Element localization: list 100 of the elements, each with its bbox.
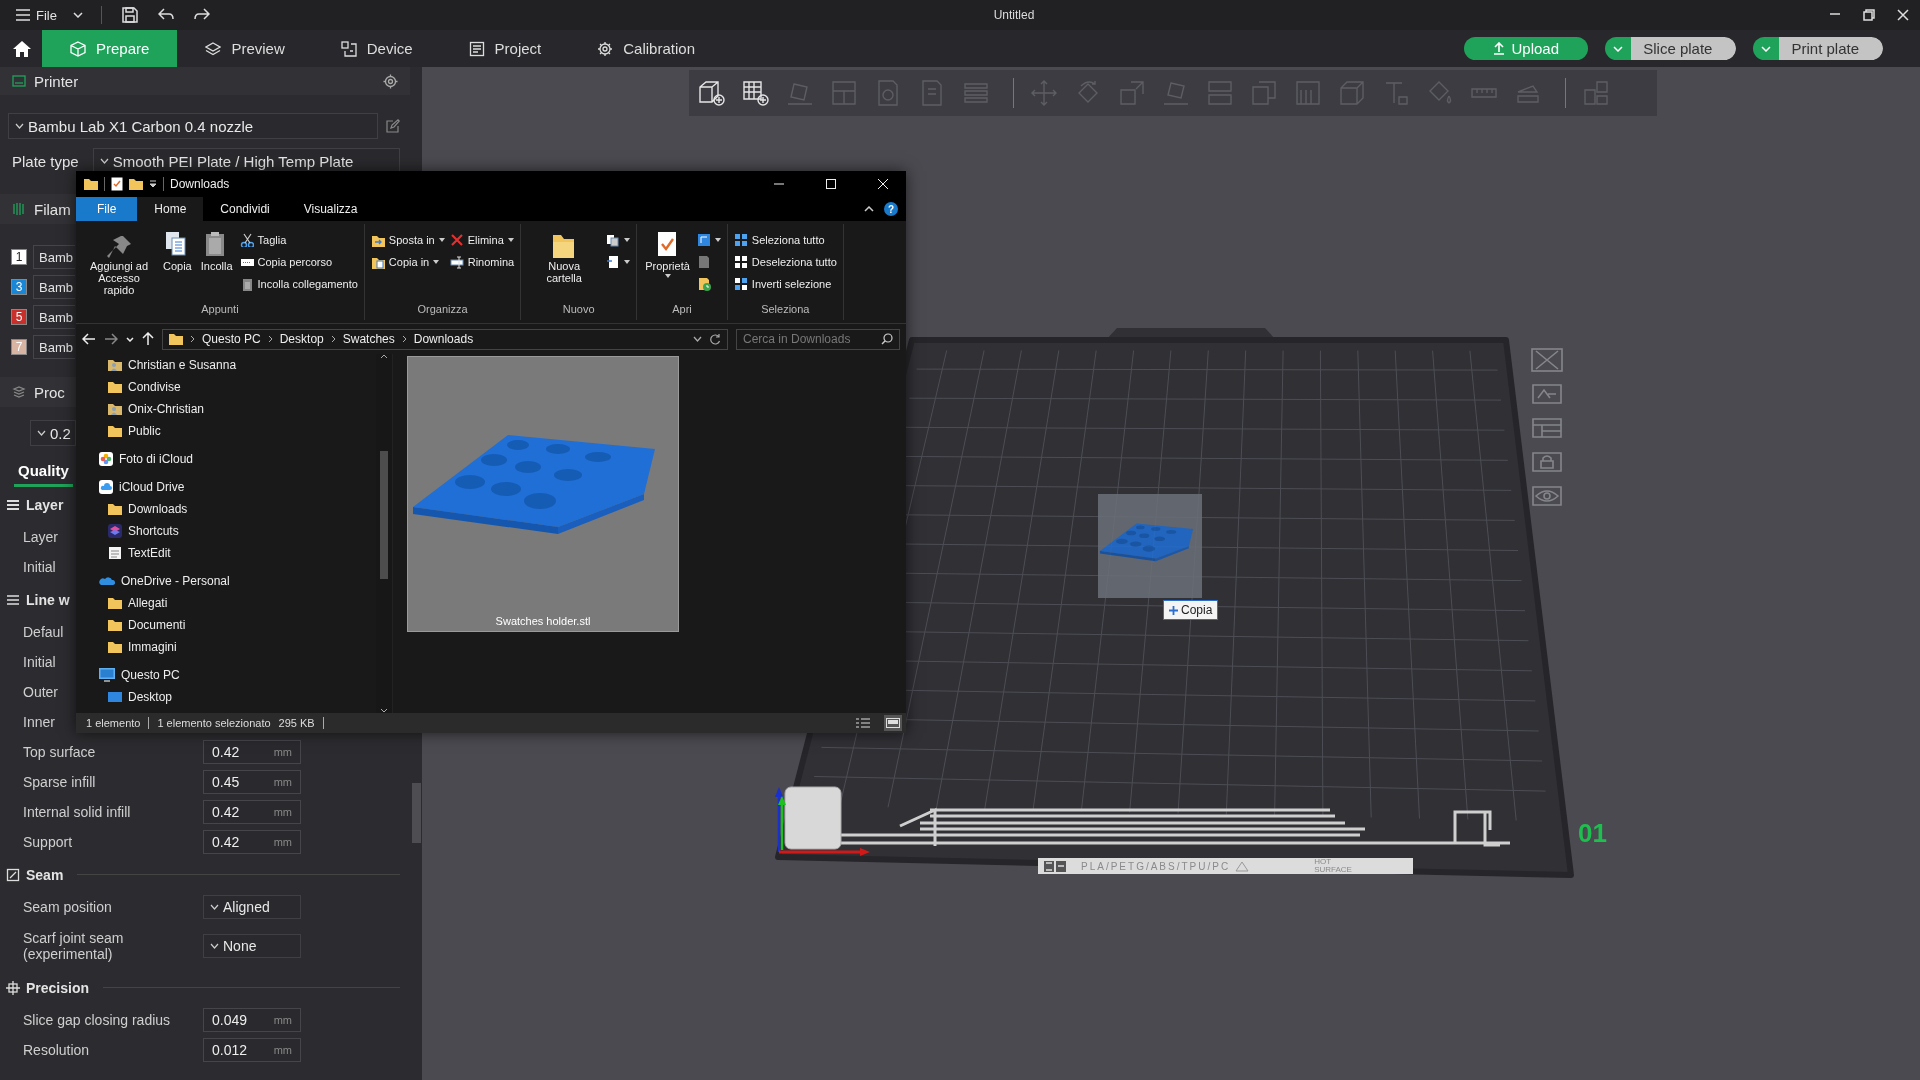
ribbon-button[interactable]: Proprietà: [643, 228, 692, 303]
breadcrumb[interactable]: Questo PC: [202, 332, 261, 346]
number-field[interactable]: 0.42 mm: [203, 830, 301, 854]
plate-type-dropdown[interactable]: Smooth PEI Plate / High Temp Plate: [92, 148, 400, 174]
ribbon-button[interactable]: Copia in: [370, 252, 445, 272]
plate-material-text: PLA/PETG/ABS/TPU/PC: [1081, 860, 1231, 872]
folder-icon[interactable]: [129, 178, 143, 190]
file-menu[interactable]: File: [16, 3, 57, 27]
main-tab[interactable]: Project: [440, 30, 570, 67]
home-icon[interactable]: [12, 39, 32, 58]
scroll-down-icon[interactable]: [380, 708, 388, 713]
back-icon[interactable]: [82, 333, 96, 345]
scrollbar-thumb[interactable]: [380, 451, 388, 579]
large-icons-view-icon[interactable]: [886, 718, 900, 728]
grid-plus-icon[interactable]: [741, 78, 771, 108]
ribbon-button[interactable]: Elimina: [449, 230, 515, 250]
ribbon-button[interactable]: Incolla collegamento: [239, 274, 358, 294]
ribbon-button[interactable]: Nuova cartella: [527, 228, 602, 303]
ribbon-button[interactable]: Sposta in: [370, 230, 445, 250]
nav-item[interactable]: TextEdit: [76, 542, 376, 564]
nav-item[interactable]: Christian e Susanna: [76, 354, 376, 376]
folder-icon[interactable]: [84, 178, 98, 190]
ribbon-tab[interactable]: Home: [137, 197, 204, 221]
refresh-icon[interactable]: [709, 333, 721, 345]
layers-icon: [205, 40, 222, 57]
ribbon-button[interactable]: Taglia: [239, 230, 358, 250]
dropdown-button[interactable]: [1605, 37, 1632, 60]
number-field[interactable]: 0.45 mm: [203, 770, 301, 794]
nav-item[interactable]: Immagini: [76, 636, 376, 658]
dropdown-field[interactable]: Aligned: [203, 895, 301, 919]
nav-item[interactable]: Desktop: [76, 686, 376, 708]
settings-tab[interactable]: Quality: [14, 457, 73, 487]
ribbon-button[interactable]: Inverti selezione: [733, 274, 837, 294]
nav-item[interactable]: Condivise: [76, 376, 376, 398]
number-field[interactable]: 0.049 mm: [203, 1008, 301, 1032]
scrollbar-thumb[interactable]: [412, 783, 421, 843]
nav-item[interactable]: Documenti: [76, 614, 376, 636]
main-tab[interactable]: Preview: [177, 30, 313, 67]
breadcrumb[interactable]: Desktop: [279, 332, 324, 346]
nav-item[interactable]: Foto di iCloud: [76, 448, 376, 470]
number-field[interactable]: 0.42 mm: [203, 800, 301, 824]
breadcrumb[interactable]: Swatches: [342, 332, 395, 346]
search-field[interactable]: Cerca in Downloads: [736, 328, 900, 350]
restore-icon[interactable]: [1863, 9, 1875, 21]
ribbon-button[interactable]: Rinomina: [449, 252, 515, 272]
checklist-icon[interactable]: [111, 177, 123, 191]
nav-item[interactable]: iCloud Drive: [76, 476, 376, 498]
field-value: 0.012: [212, 1042, 248, 1058]
dropdown-button[interactable]: [1753, 37, 1780, 60]
slice-button[interactable]: Print plate: [1779, 37, 1883, 60]
field-label: Layer: [23, 529, 59, 545]
nav-item[interactable]: Questo PC: [76, 664, 376, 686]
filament-dropdown[interactable]: Bamb: [33, 245, 75, 269]
ribbon-button[interactable]: Copia percorso: [239, 252, 358, 272]
help-button[interactable]: ?: [884, 202, 898, 216]
caret-icon[interactable]: [149, 180, 157, 188]
save-icon[interactable]: [121, 7, 138, 23]
filament-dropdown[interactable]: Bamb: [33, 335, 75, 359]
dropdown-field[interactable]: None: [203, 934, 301, 958]
up-icon[interactable]: [142, 332, 154, 346]
main-tab[interactable]: Calibration: [569, 30, 723, 67]
nav-item[interactable]: Onix-Christian: [76, 398, 376, 420]
file-tile[interactable]: Swatches holder.stl: [408, 357, 678, 631]
window-title: Untitled: [992, 8, 1036, 22]
ribbon-button[interactable]: Incolla: [198, 228, 235, 303]
forward-icon[interactable]: [104, 333, 118, 345]
maximize-icon[interactable]: [826, 179, 836, 189]
address-bar[interactable]: Questo PC Desktop Swatches Downloads: [162, 328, 728, 350]
process-dropdown[interactable]: 0.2: [30, 420, 76, 446]
ribbon-button[interactable]: Aggiungi ad Accesso rapido: [82, 228, 156, 303]
slice-button[interactable]: Slice plate: [1631, 37, 1737, 60]
select-all-icon: [733, 233, 748, 247]
ribbon-tab[interactable]: Visualizza: [286, 197, 375, 221]
nav-item[interactable]: Downloads: [76, 498, 376, 520]
cube-plus-icon[interactable]: [697, 78, 727, 108]
printer-icon: [12, 74, 26, 88]
nav-item[interactable]: Public: [76, 420, 376, 442]
number-field[interactable]: 0.42 mm: [203, 740, 301, 764]
breadcrumb[interactable]: Downloads: [413, 332, 474, 346]
filament-dropdown[interactable]: Bamb: [33, 275, 75, 299]
chevron-icon: [210, 904, 219, 910]
nav-item[interactable]: Allegati: [76, 592, 376, 614]
document-icon: [468, 40, 485, 57]
main-tab[interactable]: Device: [312, 30, 441, 67]
collapse-icon[interactable]: [864, 206, 874, 212]
caret-icon[interactable]: [693, 336, 702, 342]
nav-item[interactable]: Shortcuts: [76, 520, 376, 542]
nav-item[interactable]: OneDrive - Personal: [76, 570, 376, 592]
edit-icon[interactable]: [386, 119, 400, 133]
printer-dropdown[interactable]: Bambu Lab X1 Carbon 0.4 nozzle: [8, 113, 378, 139]
details-view-icon[interactable]: [856, 718, 870, 728]
settings-icon[interactable]: [383, 73, 398, 89]
scroll-up-icon[interactable]: [380, 354, 388, 359]
ribbon-button[interactable]: Seleziona tutto: [733, 230, 837, 250]
ribbon-button[interactable]: Copia: [161, 228, 194, 303]
ribbon-tab[interactable]: Condividi: [203, 197, 287, 221]
ribbon-tab[interactable]: File: [76, 197, 138, 221]
ribbon-button[interactable]: Deseleziona tutto: [733, 252, 837, 272]
filament-dropdown[interactable]: Bamb: [33, 305, 75, 329]
number-field[interactable]: 0.012 mm: [203, 1038, 301, 1062]
